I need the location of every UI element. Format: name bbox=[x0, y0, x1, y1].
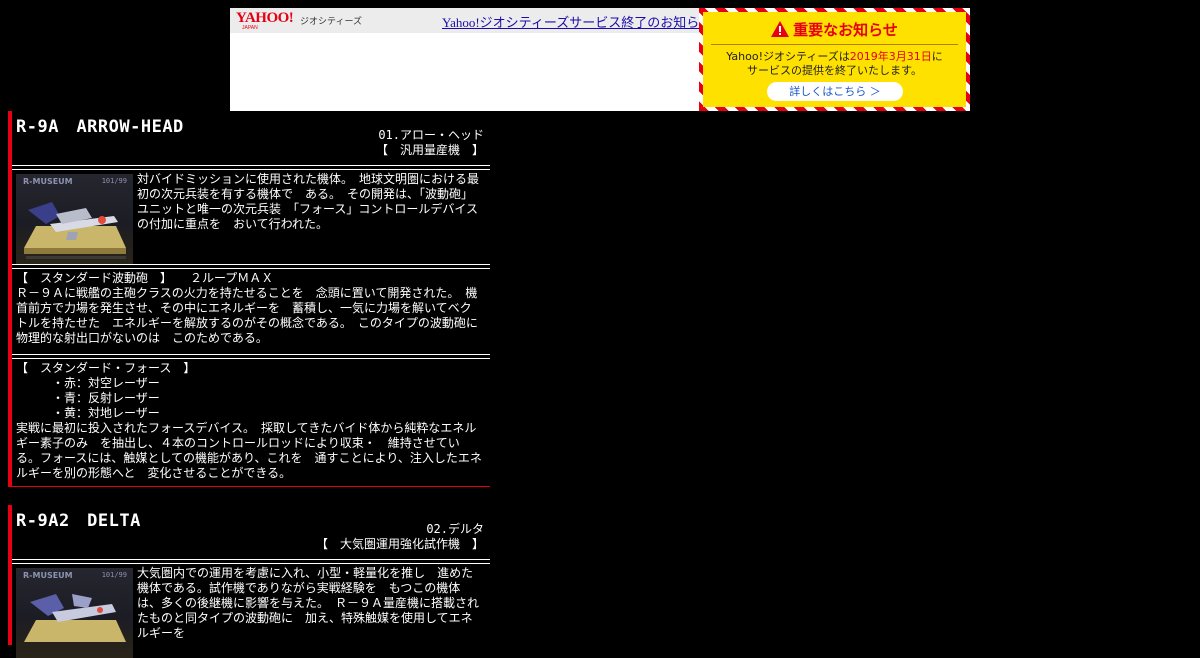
important-notice-panel[interactable]: 重要なお知らせ Yahoo!ジオシティーズは2019年3月31日に サービスの提… bbox=[699, 8, 970, 111]
force-laser-blue: ・青：反射レーザー bbox=[16, 391, 160, 405]
section-divider bbox=[12, 559, 490, 564]
notice-line-1a: Yahoo!ジオシティーズは bbox=[726, 50, 850, 63]
yahoo-logo-sub: JAPAN bbox=[242, 25, 258, 31]
force-heading: 【 スタンダード・フォース 】 bbox=[16, 361, 196, 375]
force-laser-yellow: ・黄：対地レーザー bbox=[16, 406, 160, 420]
notice-line-1: Yahoo!ジオシティーズは2019年3月31日に bbox=[703, 50, 966, 64]
banner-header: YAHOO! JAPAN ジオシティーズ Yahoo!ジオシティーズサービス終了… bbox=[230, 8, 712, 33]
notice-title: 重要なお知らせ bbox=[703, 19, 966, 40]
notice-divider bbox=[711, 44, 958, 45]
force-text: 実戦に最初に投入されたフォースデバイス。 採取してきたバイド体から純粋なエネルギ… bbox=[16, 421, 482, 480]
details-button[interactable]: 詳しくはこちら ＞ bbox=[767, 82, 903, 101]
geocities-service-name: ジオシティーズ bbox=[300, 16, 363, 26]
mech-section-r9a: R-9A ARROW-HEAD 01.アロー・ヘッド 【 汎用量産機 】 R-M… bbox=[8, 111, 490, 487]
mech-number-name: 01.アロー・ヘッド bbox=[378, 128, 484, 142]
mech-thumbnail[interactable]: R-MUSEUM 101/99 bbox=[16, 174, 133, 264]
force-laser-red: ・赤：対空レーザー bbox=[16, 376, 160, 390]
geocities-banner: YAHOO! JAPAN ジオシティーズ Yahoo!ジオシティーズサービス終了… bbox=[230, 8, 970, 111]
notice-line-1b: に bbox=[931, 50, 943, 63]
section-divider bbox=[12, 264, 490, 269]
section-divider bbox=[12, 165, 490, 170]
notice-title-text: 重要なお知らせ bbox=[793, 21, 898, 39]
warning-icon bbox=[771, 21, 790, 37]
mech-description: 対バイドミッションに使用された機体。 地球文明圏における最初の次元兵装を有する機… bbox=[137, 172, 480, 231]
ship-illustration bbox=[24, 202, 126, 259]
mech-thumbnail[interactable]: R-MUSEUM 101/99 bbox=[16, 568, 133, 658]
notice-content: 重要なお知らせ Yahoo!ジオシティーズは2019年3月31日に サービスの提… bbox=[703, 12, 966, 107]
notice-body: Yahoo!ジオシティーズは2019年3月31日に サービスの提供を終了いたしま… bbox=[703, 50, 966, 78]
mech-title: R-9A ARROW-HEAD bbox=[16, 117, 184, 137]
wave-cannon-heading: 【 スタンダード波動砲 】 ２ループＭＡＸ bbox=[16, 271, 274, 285]
service-end-notice-link[interactable]: Yahoo!ジオシティーズサービス終了のお知らせ bbox=[442, 12, 712, 31]
notice-end-date: 2019年3月31日 bbox=[849, 50, 932, 63]
wave-cannon-text: Ｒ－９Ａに戦艦の主砲クラスの火力を持たせることを 念頭に置いて開発された。 機首… bbox=[16, 286, 478, 345]
notice-line-2: サービスの提供を終了いたします。 bbox=[747, 64, 922, 77]
mech-section-r9a2: R-9A2 DELTA 02.デルタ 【 大気圏運用強化試作機 】 R-MUSE… bbox=[8, 505, 490, 658]
mech-category: 【 大気圏運用強化試作機 】 bbox=[315, 537, 484, 551]
section-divider bbox=[12, 354, 490, 359]
mech-title: R-9A2 DELTA bbox=[16, 511, 141, 531]
mech-category: 【 汎用量産機 】 bbox=[375, 143, 484, 157]
ship-illustration bbox=[24, 594, 126, 642]
mech-number-name: 02.デルタ bbox=[426, 522, 484, 536]
